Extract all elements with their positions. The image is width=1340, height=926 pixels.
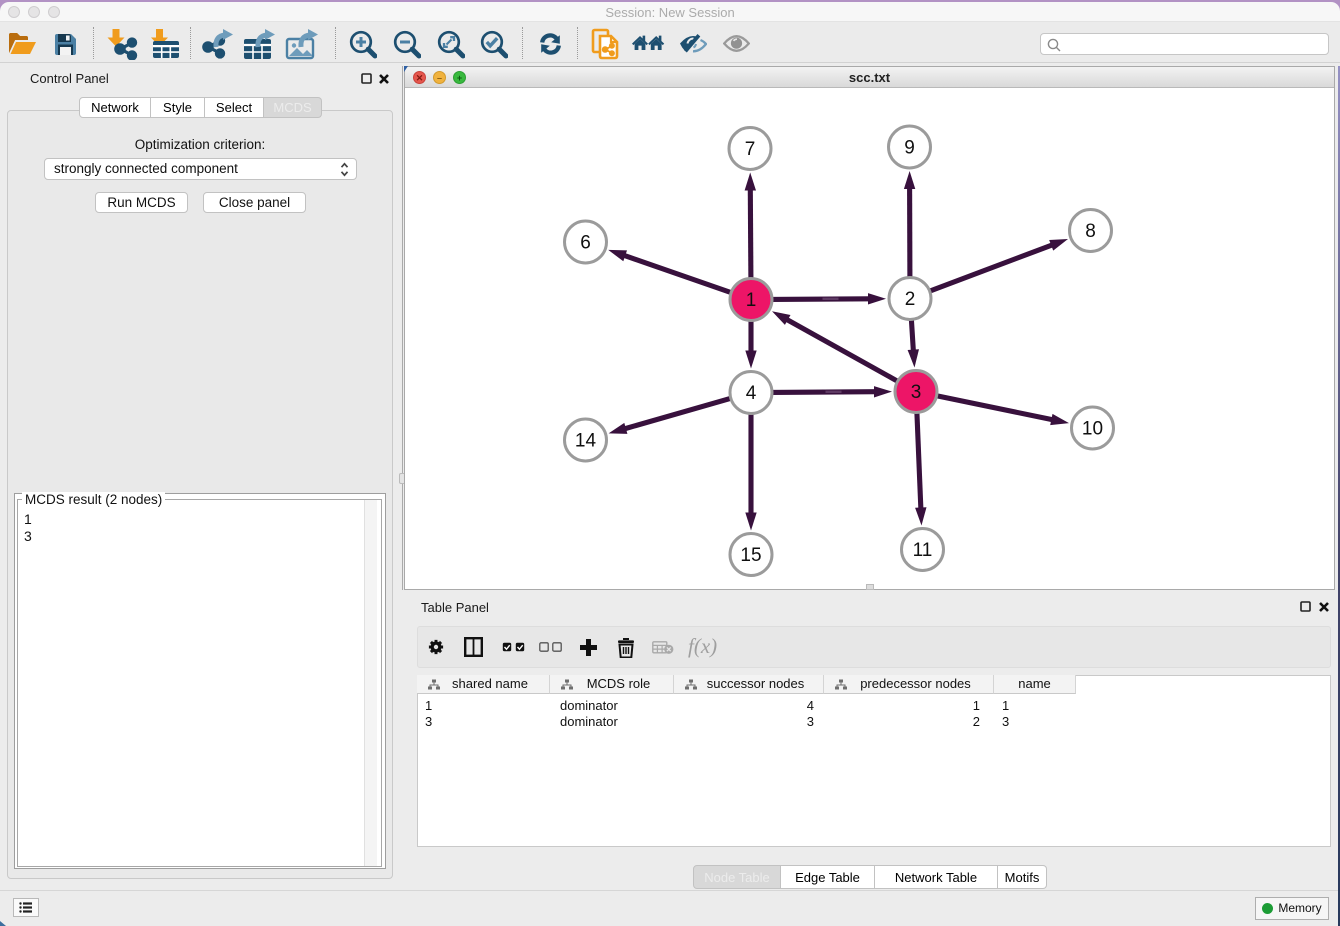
svg-text:9: 9: [904, 138, 915, 159]
svg-text:1: 1: [746, 290, 757, 311]
svg-text:4: 4: [746, 383, 757, 404]
svg-text:8: 8: [1085, 221, 1096, 242]
svg-text:6: 6: [580, 233, 591, 254]
svg-text:10: 10: [1082, 419, 1103, 440]
svg-text:3: 3: [911, 382, 922, 403]
svg-text:7: 7: [745, 139, 756, 160]
svg-text:15: 15: [740, 545, 761, 566]
svg-text:2: 2: [905, 289, 916, 310]
svg-text:14: 14: [575, 431, 597, 452]
svg-text:11: 11: [913, 540, 933, 561]
